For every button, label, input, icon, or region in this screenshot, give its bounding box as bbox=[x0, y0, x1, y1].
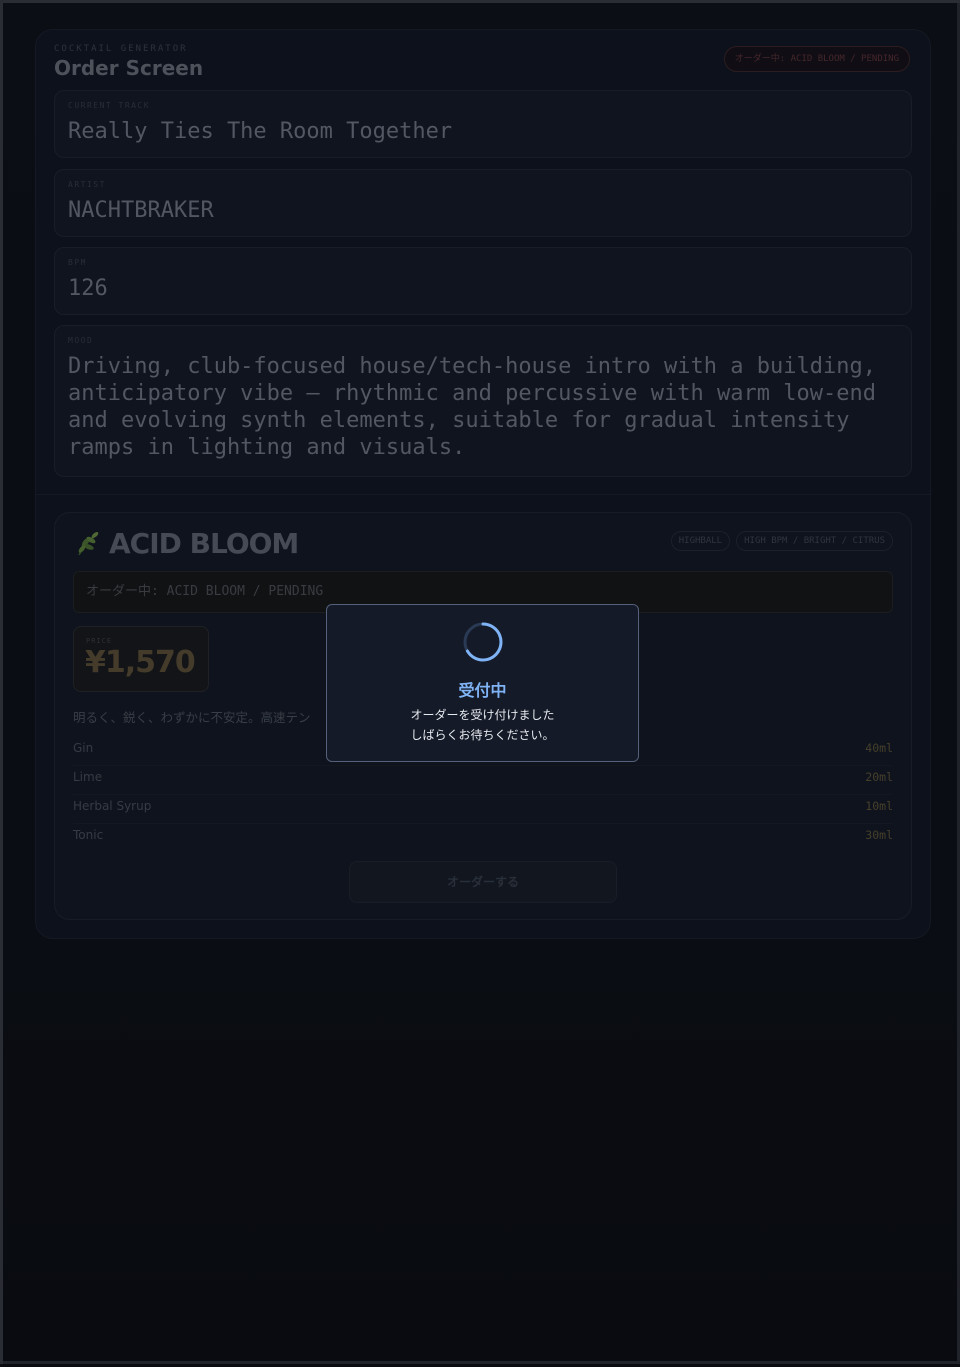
spinner-icon bbox=[463, 622, 503, 662]
modal-message-line2: しばらくお待ちください。 bbox=[410, 728, 555, 742]
order-received-modal: 受付中 オーダーを受け付けました しばらくお待ちください。 bbox=[326, 604, 639, 762]
app-window: COCKTAIL GENERATOR Order Screen オーダー中: A… bbox=[0, 0, 960, 1367]
modal-title: 受付中 bbox=[458, 681, 507, 700]
modal-message-line1: オーダーを受け付けました bbox=[410, 708, 555, 722]
modal-message: オーダーを受け付けました しばらくお待ちください。 bbox=[327, 705, 638, 745]
